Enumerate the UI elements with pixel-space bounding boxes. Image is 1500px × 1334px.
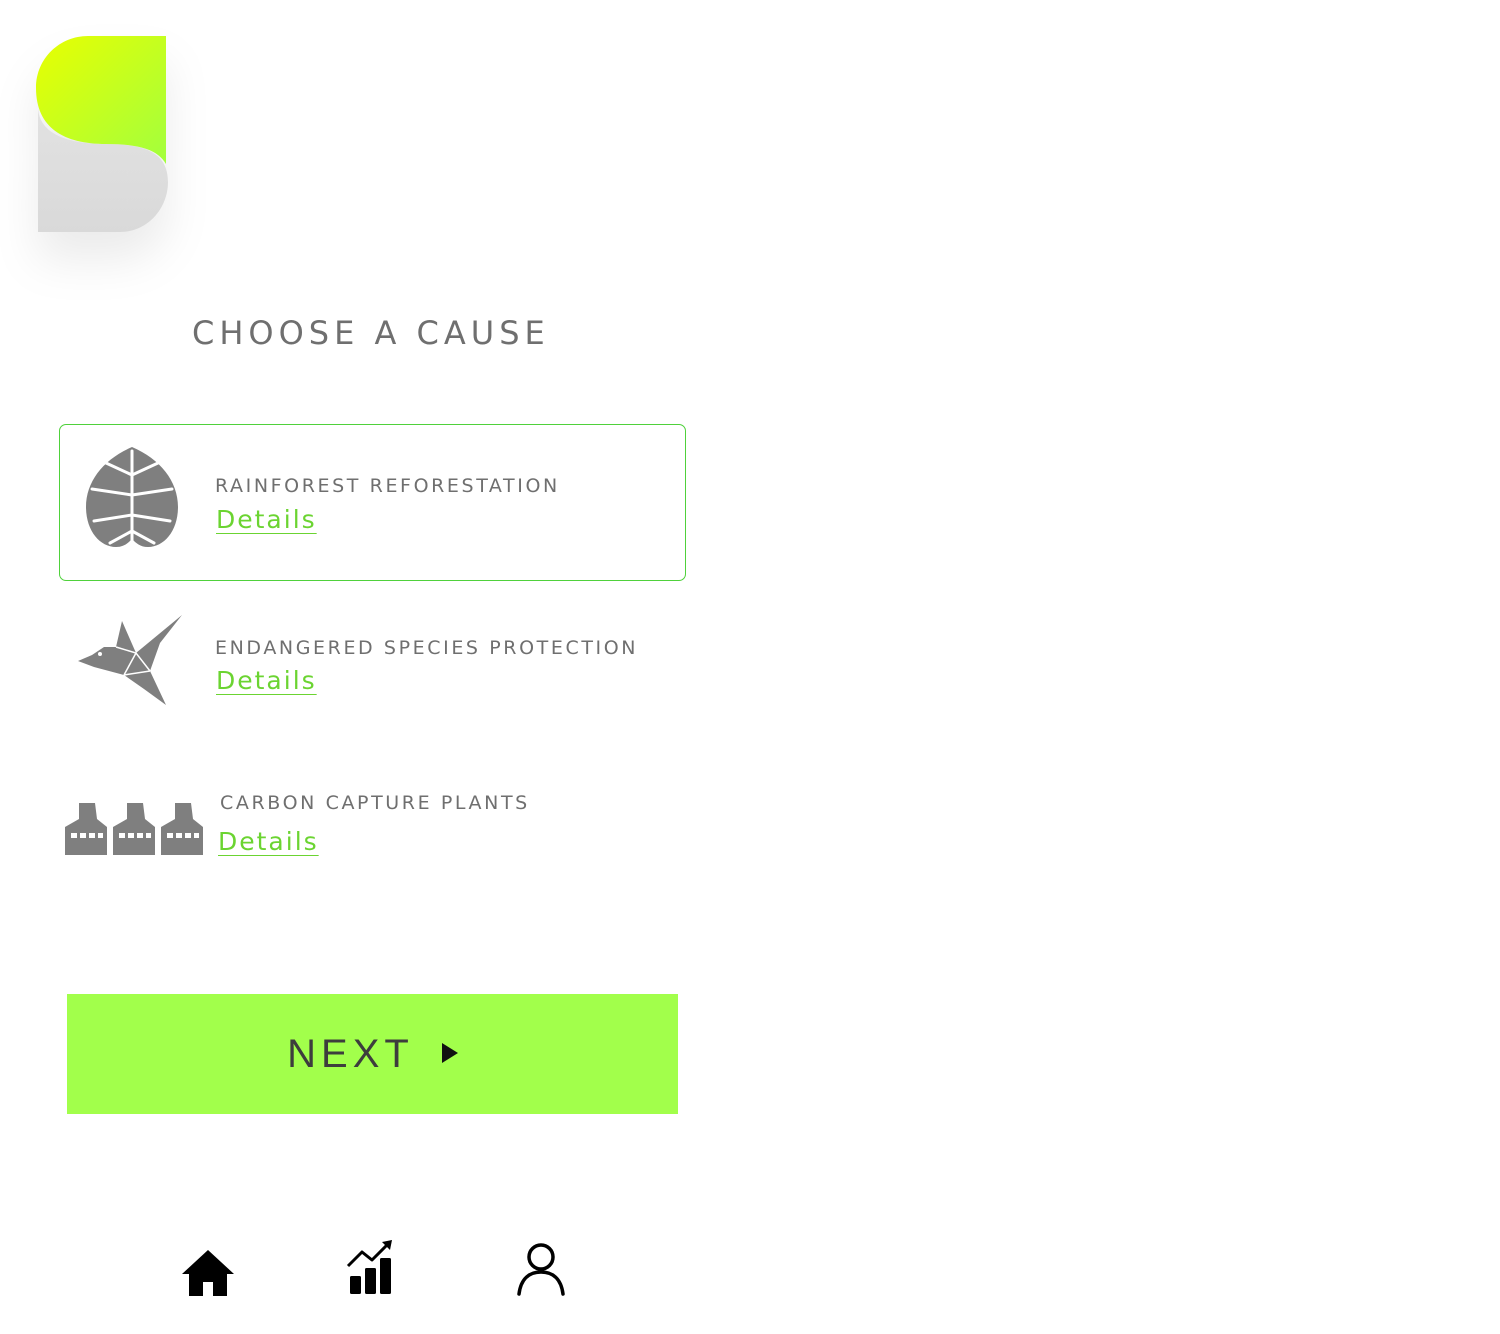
cause-name: RAINFOREST REFORESTATION bbox=[215, 475, 560, 497]
next-button[interactable]: NEXT bbox=[67, 994, 678, 1114]
cause-card-endangered-species[interactable]: ENDANGERED SPECIES PROTECTION Details bbox=[59, 586, 686, 743]
profile-icon[interactable] bbox=[516, 1242, 566, 1300]
bird-icon bbox=[76, 613, 184, 713]
leaf-icon bbox=[84, 445, 180, 553]
details-link[interactable]: Details bbox=[218, 827, 319, 856]
cause-card-rainforest[interactable]: RAINFOREST REFORESTATION Details bbox=[59, 424, 686, 581]
cause-card-carbon-capture[interactable]: CARBON CAPTURE PLANTS Details bbox=[59, 744, 686, 901]
bottom-nav bbox=[0, 1236, 700, 1306]
factory-icon bbox=[65, 799, 205, 861]
play-arrow-icon bbox=[441, 1042, 458, 1066]
cause-name: CARBON CAPTURE PLANTS bbox=[220, 792, 530, 814]
next-button-label: NEXT bbox=[287, 1031, 414, 1076]
details-link[interactable]: Details bbox=[216, 505, 317, 534]
stats-icon[interactable] bbox=[346, 1240, 396, 1300]
page-title: CHOOSE A CAUSE bbox=[192, 314, 550, 352]
cause-name: ENDANGERED SPECIES PROTECTION bbox=[215, 637, 639, 659]
brand-logo-icon bbox=[36, 36, 168, 232]
details-link[interactable]: Details bbox=[216, 666, 317, 695]
home-icon[interactable] bbox=[182, 1250, 234, 1300]
